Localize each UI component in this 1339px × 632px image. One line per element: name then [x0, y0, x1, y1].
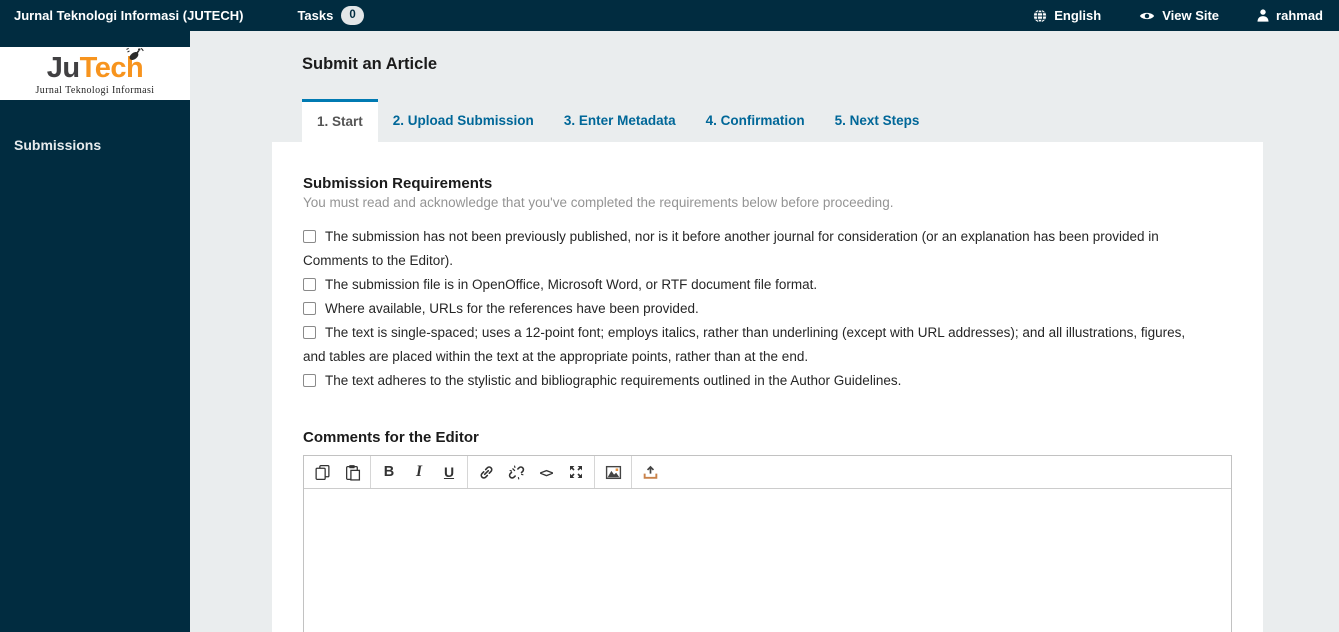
requirement-checkbox-1[interactable]	[303, 230, 316, 243]
toolbar-group-clipboard	[304, 456, 371, 488]
requirement-text: The submission has not been previously p…	[303, 229, 1159, 268]
bold-button[interactable]: B	[374, 457, 404, 487]
toolbar-group-insert: <>	[468, 456, 595, 488]
underline-icon: U	[443, 464, 455, 480]
user-menu[interactable]: rahmad	[1257, 8, 1323, 23]
italic-icon: I	[415, 463, 423, 480]
wizard-tabs: 1. Start 2. Upload Submission 3. Enter M…	[302, 99, 1339, 142]
requirement-item: The text is single-spaced; uses a 12-poi…	[303, 321, 1195, 369]
underline-button[interactable]: U	[434, 457, 464, 487]
paste-button[interactable]	[337, 457, 367, 487]
bold-icon: B	[383, 464, 395, 480]
code-icon: <>	[539, 464, 553, 480]
top-bar: Jurnal Teknologi Informasi (JUTECH) Task…	[0, 0, 1339, 31]
tab-5-next-steps[interactable]: 5. Next Steps	[820, 99, 935, 142]
unlink-button[interactable]	[501, 457, 531, 487]
tab-3-enter-metadata[interactable]: 3. Enter Metadata	[549, 99, 691, 142]
toolbar-group-format: B I U	[371, 456, 468, 488]
globe-icon	[1034, 8, 1047, 23]
brand-wordmark: JuTech	[46, 47, 144, 84]
copy-icon	[314, 464, 330, 480]
topbar-left: Jurnal Teknologi Informasi (JUTECH) Task…	[0, 5, 364, 26]
upload-file-button[interactable]	[635, 457, 665, 487]
page-title: Submit an Article	[302, 55, 438, 73]
eye-icon	[1140, 12, 1155, 19]
tab-1-start[interactable]: 1. Start	[302, 99, 378, 142]
tab-2-upload-submission[interactable]: 2. Upload Submission	[378, 99, 549, 142]
sidebar: JuTech Jurnal Teknologi Informasi Submis…	[0, 31, 190, 632]
italic-button[interactable]: I	[404, 457, 434, 487]
user-icon	[1257, 9, 1269, 22]
toolbar-group-image	[595, 456, 632, 488]
paste-icon	[345, 464, 360, 481]
language-menu[interactable]: English	[1033, 8, 1101, 23]
sidebar-nav: Submissions	[0, 131, 190, 159]
journal-logo[interactable]: JuTech Jurnal Teknologi Informasi	[0, 47, 190, 100]
requirement-checkbox-4[interactable]	[303, 326, 316, 339]
journal-logo-caption: Jurnal Teknologi Informasi	[35, 85, 155, 96]
toolbar-group-upload	[632, 456, 668, 488]
language-label: English	[1054, 8, 1102, 23]
fullscreen-icon	[570, 466, 582, 478]
requirement-item: The submission has not been previously p…	[303, 225, 1195, 273]
comments-textarea[interactable]	[304, 489, 1231, 632]
link-icon	[480, 465, 492, 479]
requirements-subtext: You must read and acknowledge that you'v…	[303, 195, 894, 210]
requirement-checkbox-2[interactable]	[303, 278, 316, 291]
copy-button[interactable]	[307, 457, 337, 487]
view-site-label: View Site	[1162, 8, 1220, 23]
requirement-checkbox-3[interactable]	[303, 302, 316, 315]
sidebar-item-submissions[interactable]: Submissions	[0, 131, 190, 159]
insert-image-button[interactable]	[598, 457, 628, 487]
requirement-item: The text adheres to the stylistic and bi…	[303, 369, 1195, 393]
start-step-panel: Submission Requirements You must read an…	[272, 142, 1263, 632]
requirement-text: The text adheres to the stylistic and bi…	[325, 373, 902, 388]
unlink-icon	[508, 465, 524, 479]
link-button[interactable]	[471, 457, 501, 487]
source-code-button[interactable]: <>	[531, 457, 561, 487]
tasks-link[interactable]: Tasks 0	[297, 5, 364, 26]
brand-ju: Ju	[46, 52, 80, 84]
requirement-checkbox-5[interactable]	[303, 374, 316, 387]
requirement-item: The submission file is in OpenOffice, Mi…	[303, 273, 1195, 297]
image-icon	[605, 465, 621, 479]
requirements-list: The submission has not been previously p…	[303, 225, 1195, 393]
requirement-text: Where available, URLs for the references…	[325, 301, 699, 316]
journal-title-link[interactable]: Jurnal Teknologi Informasi (JUTECH)	[0, 8, 243, 23]
topbar-right: English View Site rahmad	[995, 8, 1339, 23]
username-label: rahmad	[1276, 8, 1323, 23]
tab-4-confirmation[interactable]: 4. Confirmation	[691, 99, 820, 142]
comments-rich-text-editor: B I U <>	[303, 455, 1232, 632]
upload-icon	[643, 465, 657, 479]
main-content: Submit an Article 1. Start 2. Upload Sub…	[190, 31, 1339, 632]
fullscreen-button[interactable]	[561, 457, 591, 487]
editor-toolbar: B I U <>	[304, 456, 1231, 489]
requirements-heading: Submission Requirements	[303, 175, 493, 192]
tasks-count-badge: 0	[341, 5, 364, 26]
requirement-item: Where available, URLs for the references…	[303, 297, 1195, 321]
requirement-text: The text is single-spaced; uses a 12-poi…	[303, 325, 1186, 364]
requirement-text: The submission file is in OpenOffice, Mi…	[325, 277, 818, 292]
view-site-link[interactable]: View Site	[1139, 8, 1219, 23]
tasks-label: Tasks	[297, 8, 334, 23]
satellite-dish-icon	[126, 47, 144, 60]
comments-heading: Comments for the Editor	[303, 429, 479, 446]
